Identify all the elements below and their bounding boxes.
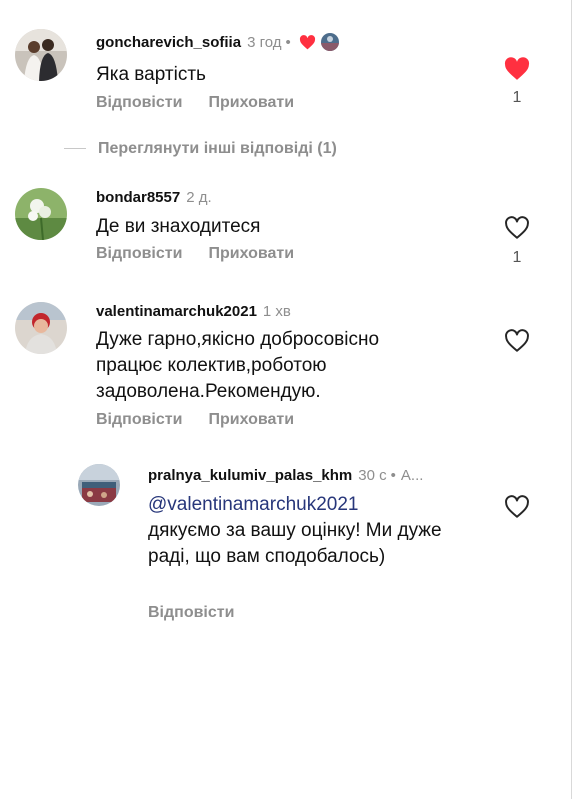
right-edge-divider [571,0,572,799]
author-badge: А... [400,467,424,484]
reply-body: дякуємо за вашу оцінку! Ми дуже раді, що… [148,520,442,567]
timestamp: 3 год [247,34,282,51]
comment-item: valentinamarchuk2021 1 хв Дуже гарно,якіс… [0,292,560,442]
comment-header: goncharevich_sofiia 3 год • [96,33,339,54]
view-replies-label: Переглянути інші відповіді (1) [98,140,337,157]
comment-header: bondar8557 2 д. [96,189,212,206]
mini-heart-icon [299,35,316,54]
view-replies-button[interactable]: Переглянути інші відповіді (1) [64,140,337,158]
heart-icon[interactable] [504,216,530,240]
username[interactable]: bondar8557 [96,189,180,206]
reply-actions: Відповісти [148,604,260,622]
username[interactable]: pralnya_kulumiv_palas_khm [148,467,352,484]
like-count: 1 [512,89,522,106]
reply-item: pralnya_kulumiv_palas_khm 30 с • А... @vale… [0,458,560,628]
comment-header: valentinamarchuk2021 1 хв [96,303,291,320]
comment-text: Де ви знаходитеся [96,216,261,237]
separator-dot: • [390,467,396,484]
heart-icon[interactable] [504,329,530,353]
reply-text: @valentinamarchuk2021 дякуємо за вашу оці… [148,492,448,570]
avatar[interactable] [78,464,120,506]
hide-button[interactable]: Приховати [208,94,294,111]
reply-button[interactable]: Відповісти [148,604,234,621]
username[interactable]: goncharevich_sofiia [96,34,241,51]
creator-avatar [320,33,339,51]
comment-actions: Відповісти Приховати [96,245,320,263]
avatar[interactable] [15,302,67,354]
reply-header: pralnya_kulumiv_palas_khm 30 с • А... [148,467,423,484]
comment-text: Яка вартість [96,64,206,85]
reply-button[interactable]: Відповісти [96,94,182,111]
comment-item: bondar8557 2 д. Де ви знаходитеся Відпові… [0,180,560,280]
heart-icon[interactable] [504,495,530,519]
mention-link[interactable]: @valentinamarchuk2021 [148,494,358,515]
hide-button[interactable]: Приховати [208,411,294,428]
replies-divider [64,148,86,150]
timestamp: 30 с [358,467,387,484]
timestamp: 2 д. [186,189,212,206]
heart-filled-icon[interactable] [504,57,530,81]
avatar[interactable] [15,188,67,240]
separator-dot: • [285,34,291,51]
comment-actions: Відповісти Приховати [96,94,320,112]
comment-text: Дуже гарно,якісно добросовісно працює ко… [96,329,380,402]
reply-button[interactable]: Відповісти [96,411,182,428]
like-count: 1 [512,249,522,266]
comment-actions: Відповісти Приховати [96,411,320,429]
hide-button[interactable]: Приховати [208,245,294,262]
comment-item: goncharevich_sofiia 3 год • Яка вартість В… [0,0,560,130]
avatar[interactable] [15,29,67,81]
reply-button[interactable]: Відповісти [96,245,182,262]
timestamp: 1 хв [262,303,291,320]
username[interactable]: valentinamarchuk2021 [96,303,257,320]
